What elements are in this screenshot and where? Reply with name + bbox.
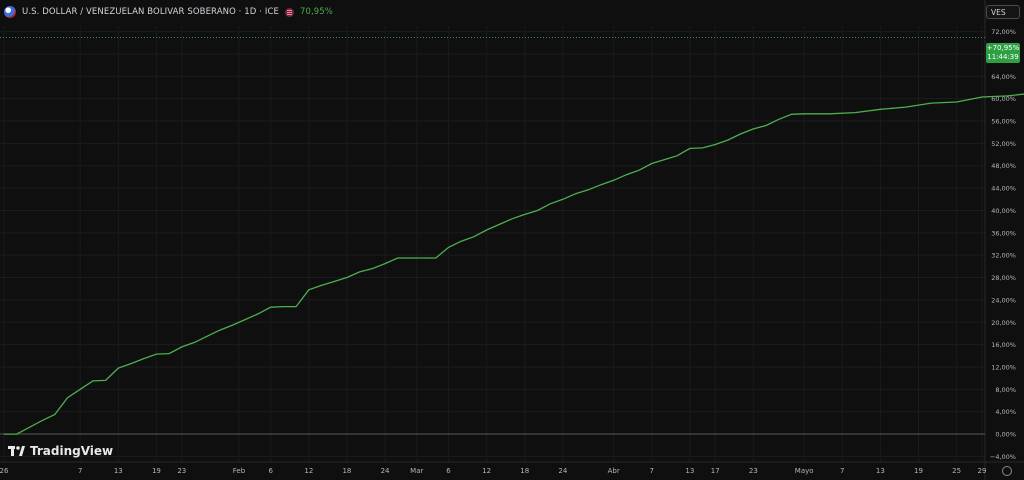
x-tick-label: 13: [685, 467, 694, 475]
price-chart[interactable]: −4,00% 0,00% 4,00% 8,00% 12,00% 16,00% 20,00% 2…: [0, 0, 1024, 480]
y-tick-label: 0,00%: [995, 431, 1016, 439]
y-tick-label: 16,00%: [991, 341, 1016, 349]
y-tick-label: −4,00%: [990, 453, 1016, 461]
y-tick-label: 72,00%: [991, 28, 1016, 36]
x-tick-label: Abr: [608, 467, 620, 475]
symbol-title[interactable]: U.S. DOLLAR / VENEZUELAN BOLIVAR SOBERAN…: [22, 7, 279, 17]
x-tick-label: 19: [152, 467, 161, 475]
x-tick-label: 17: [711, 467, 720, 475]
series-line: [4, 93, 1024, 435]
last-price-tag: +70,95% 11:44:39: [986, 43, 1020, 63]
x-tick-label: 12: [482, 467, 491, 475]
x-tick-label: 6: [446, 467, 451, 475]
x-tick-label: 12: [304, 467, 313, 475]
y-tick-label: 20,00%: [991, 319, 1016, 327]
chart-header: U.S. DOLLAR / VENEZUELAN BOLIVAR SOBERAN…: [0, 0, 984, 24]
x-tick-label: 23: [177, 467, 186, 475]
y-tick-label: 24,00%: [991, 296, 1016, 304]
x-tick-label: 13: [876, 467, 885, 475]
y-tick-label: 36,00%: [991, 229, 1016, 237]
y-tick-label: 48,00%: [991, 162, 1016, 170]
y-tick-label: 32,00%: [991, 252, 1016, 260]
x-tick-label: 7: [78, 467, 82, 475]
currency-select[interactable]: VES: [986, 5, 1020, 19]
settings-icon[interactable]: [1002, 466, 1012, 476]
x-tick-label: 24: [381, 467, 390, 475]
y-axis: −4,00% 0,00% 4,00% 8,00% 12,00% 16,00% 20,00% 2…: [990, 28, 1016, 461]
tradingview-logo-icon: [8, 446, 25, 456]
x-tick-label: 29: [978, 467, 987, 475]
x-tick-label: 26: [0, 467, 9, 475]
y-tick-label: 28,00%: [991, 274, 1016, 282]
x-tick-label: Feb: [233, 467, 246, 475]
x-tick-label: 19: [914, 467, 923, 475]
y-tick-label: 44,00%: [991, 185, 1016, 193]
x-tick-label: 6: [268, 467, 273, 475]
y-tick-label: 56,00%: [991, 118, 1016, 126]
x-tick-label: Mayo: [795, 467, 814, 475]
x-tick-label: 7: [840, 467, 844, 475]
price-tag-time: 11:44:39: [987, 53, 1019, 61]
x-tick-label: 13: [114, 467, 123, 475]
x-axis: 26 7 13 19 23 Feb 6 12 18 24 Mar 6 12 18 24 Abr 7 13 17 23 M…: [0, 467, 986, 475]
logo-text: TradingView: [30, 444, 114, 458]
tradingview-logo[interactable]: TradingView: [8, 444, 113, 458]
y-tick-label: 52,00%: [991, 140, 1016, 148]
price-tag-value: +70,95%: [986, 44, 1020, 52]
x-tick-label: 18: [342, 467, 351, 475]
y-tick-label: 64,00%: [991, 73, 1016, 81]
y-tick-label: 12,00%: [991, 363, 1016, 371]
x-tick-label: 18: [520, 467, 529, 475]
x-tick-label: Mar: [410, 467, 423, 475]
x-tick-label: 25: [952, 467, 961, 475]
x-tick-label: 24: [558, 467, 567, 475]
market-status-icon[interactable]: [284, 7, 294, 17]
x-tick-label: 23: [749, 467, 758, 475]
y-tick-label: 8,00%: [995, 386, 1016, 394]
us-flag-icon: [4, 6, 16, 18]
y-tick-label: 4,00%: [995, 408, 1016, 416]
change-value: 70,95%: [299, 7, 333, 17]
x-tick-label: 7: [650, 467, 654, 475]
chart-grid: [0, 0, 1024, 480]
y-tick-label: 40,00%: [991, 207, 1016, 215]
